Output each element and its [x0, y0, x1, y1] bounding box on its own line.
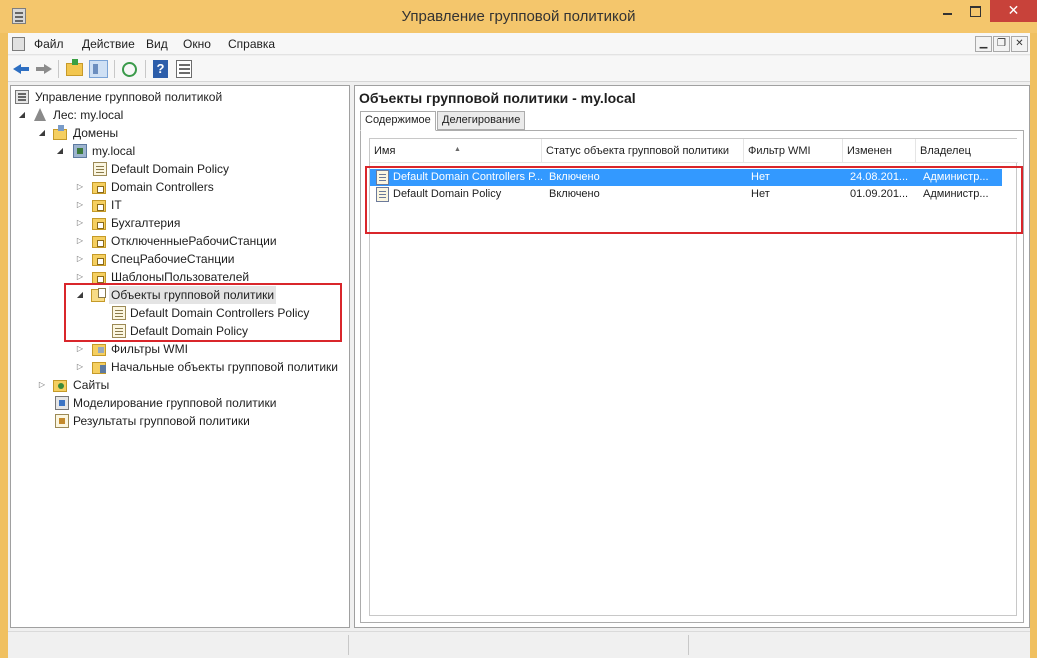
expand-icon[interactable]: ▷: [75, 196, 85, 214]
menu-file[interactable]: Файл: [34, 37, 64, 51]
mdi-restore-button[interactable]: ❐: [993, 36, 1010, 52]
expand-icon[interactable]: ▷: [75, 214, 85, 232]
up-folder-icon[interactable]: [66, 59, 83, 76]
collapse-icon[interactable]: ◢: [17, 106, 27, 124]
details-pane: Объекты групповой политики - my.local Со…: [354, 85, 1030, 628]
tree-item-ou[interactable]: ▷ IT: [15, 196, 345, 214]
tree-item-domains[interactable]: ◢ Домены: [15, 124, 345, 142]
status-separator: [688, 635, 689, 655]
list-header: ▲ Имя Статус объекта групповой политики …: [370, 139, 1018, 163]
domains-icon: [53, 125, 67, 140]
console-icon: [15, 90, 29, 104]
tree-item-wmi-filters[interactable]: ▷ Фильтры WMI: [15, 340, 345, 358]
modeling-icon: [55, 396, 69, 410]
tree-item-sites[interactable]: ▷ Сайты: [15, 376, 345, 394]
highlight-box: [64, 283, 342, 342]
expand-icon[interactable]: ▷: [75, 358, 85, 376]
menu-window[interactable]: Окно: [183, 37, 211, 51]
highlight-box: [365, 166, 1023, 234]
console-tree[interactable]: Управление групповой политикой ◢ Лес: my…: [10, 85, 350, 628]
column-status[interactable]: Статус объекта групповой политики: [542, 139, 744, 163]
domain-icon: [73, 144, 87, 158]
sites-icon: [53, 380, 67, 392]
ou-icon: [92, 200, 106, 212]
tree-item-ou[interactable]: ▷ Бухгалтерия: [15, 214, 345, 232]
status-separator: [348, 635, 349, 655]
results-icon: [55, 414, 69, 428]
menu-bar: Файл Действие Вид Окно Справка ▁ ❐ ✕: [8, 33, 1030, 55]
expand-icon[interactable]: ▷: [75, 232, 85, 250]
starter-gpo-icon: [92, 362, 106, 374]
tree-item-root[interactable]: Управление групповой политикой: [15, 88, 345, 106]
column-owner[interactable]: Владелец: [916, 139, 1018, 163]
mdi-close-button[interactable]: ✕: [1011, 36, 1028, 52]
ou-icon: [92, 236, 106, 248]
toolbar-separator: [58, 60, 59, 78]
toolbar: ?: [8, 56, 1030, 82]
window-title: Управление групповой политикой: [401, 8, 636, 25]
expand-icon[interactable]: ▷: [75, 250, 85, 268]
toolbar-separator: [114, 60, 115, 78]
forest-icon: [33, 108, 47, 122]
details-title: Объекты групповой политики - my.local: [359, 90, 636, 106]
client-area: Файл Действие Вид Окно Справка ▁ ❐ ✕ ? У…: [8, 33, 1030, 658]
ou-icon: [92, 218, 106, 230]
column-wmi-filter[interactable]: Фильтр WMI: [744, 139, 843, 163]
column-name[interactable]: ▲ Имя: [370, 139, 542, 163]
mdi-system-menu-icon[interactable]: [12, 37, 25, 51]
tree-item-domain[interactable]: ◢ my.local: [15, 142, 345, 160]
back-arrow-icon[interactable]: [12, 60, 31, 78]
tree-item-forest[interactable]: ◢ Лес: my.local: [15, 106, 345, 124]
tree-item-starter-gpos[interactable]: ▷ Начальные объекты групповой политики: [15, 358, 349, 376]
tree-item-ou[interactable]: ▷ СпецРабочиеСтанции: [15, 250, 345, 268]
expand-icon[interactable]: ▷: [37, 376, 47, 394]
toolbar-separator: [145, 60, 146, 78]
tree-item-modeling[interactable]: Моделирование групповой политики: [15, 394, 345, 412]
title-bar: Управление групповой политикой ✕: [0, 0, 1037, 33]
sort-ascending-icon: ▲: [454, 146, 461, 153]
wmi-filter-icon: [92, 344, 106, 356]
tab-delegation[interactable]: Делегирование: [437, 111, 526, 130]
menu-help[interactable]: Справка: [228, 37, 275, 51]
help-icon[interactable]: ?: [153, 60, 168, 78]
status-bar: [8, 631, 1030, 658]
expand-icon[interactable]: ▷: [75, 340, 85, 358]
gpo-link-icon: [93, 162, 107, 176]
show-tree-icon[interactable]: [89, 60, 108, 78]
collapse-icon[interactable]: ◢: [37, 124, 47, 142]
tree-item-ou[interactable]: ▷ Domain Controllers: [15, 178, 345, 196]
forward-arrow-icon[interactable]: [34, 60, 53, 78]
refresh-icon[interactable]: [122, 62, 137, 77]
tree-item-results[interactable]: Результаты групповой политики: [15, 412, 345, 430]
minimize-button[interactable]: [935, 0, 960, 22]
collapse-icon[interactable]: ◢: [55, 142, 65, 160]
maximize-button[interactable]: [963, 0, 988, 22]
tab-contents[interactable]: Содержимое: [360, 111, 436, 131]
mdi-minimize-button[interactable]: ▁: [975, 36, 992, 52]
ou-icon: [92, 254, 106, 266]
column-modified[interactable]: Изменен: [843, 139, 916, 163]
tree-item-ou[interactable]: ▷ ОтключенныеРабочиСтанции: [15, 232, 345, 250]
menu-view[interactable]: Вид: [146, 37, 168, 51]
close-button[interactable]: ✕: [990, 0, 1037, 22]
tree-item-gpo-link[interactable]: Default Domain Policy: [15, 160, 345, 178]
menu-action[interactable]: Действие: [82, 37, 135, 51]
ou-icon: [92, 182, 106, 194]
expand-icon[interactable]: ▷: [75, 178, 85, 196]
properties-icon[interactable]: [176, 60, 192, 78]
